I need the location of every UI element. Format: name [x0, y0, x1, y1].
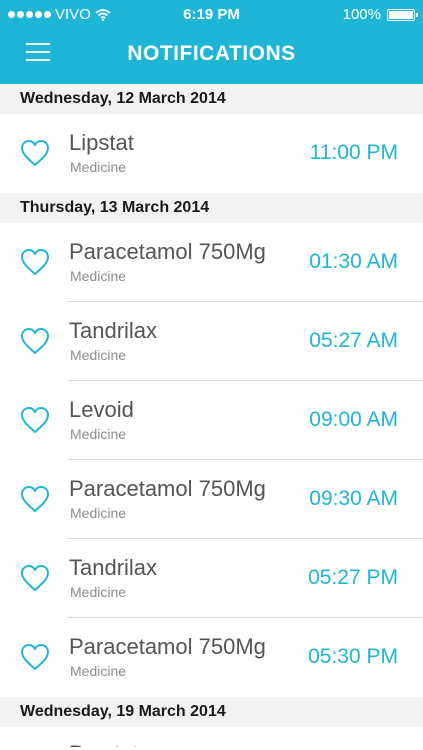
- item-time: 01:30 AM: [309, 250, 398, 273]
- status-bar: VIVO 6:19 PM 100%: [0, 0, 423, 28]
- notification-row[interactable]: Lipstat Medicine 11:00 PM: [0, 114, 423, 193]
- heart-icon[interactable]: [19, 484, 51, 514]
- item-category: Medicine: [70, 347, 127, 363]
- item-time: 09:30 AM: [309, 487, 398, 510]
- item-name: Levoid: [69, 397, 134, 422]
- item-time: 05:27 AM: [309, 329, 398, 352]
- heart-icon[interactable]: [19, 138, 51, 168]
- item-name: Paracetamol 750Mg: [69, 634, 266, 659]
- notification-row[interactable]: Levoid Medicine 09:00 AM: [0, 381, 423, 460]
- item-time: 05:30 PM: [308, 645, 398, 668]
- section-date-header: Thursday, 13 March 2014: [0, 193, 423, 223]
- item-name: Paracetamol 750Mg: [69, 239, 266, 264]
- item-category: Medicine: [70, 159, 127, 175]
- item-category: Medicine: [70, 505, 127, 521]
- top-bar: VIVO 6:19 PM 100% NOTIFICATIONS: [0, 0, 423, 84]
- notification-row[interactable]: Paracetamol 750Mg Medicine 05:30 PM: [0, 618, 423, 697]
- section-date-header: Wednesday, 12 March 2014: [0, 84, 423, 114]
- item-time: 11:00 PM: [309, 141, 398, 164]
- heart-icon[interactable]: [19, 563, 51, 593]
- item-name: Tandrilax: [69, 555, 158, 580]
- item-name: Tandrilax: [69, 318, 158, 343]
- item-category: Medicine: [70, 268, 127, 284]
- heart-icon[interactable]: [19, 405, 51, 435]
- battery-percent: 100%: [342, 6, 381, 23]
- section-date-header: Wednesday, 19 March 2014: [0, 697, 423, 727]
- notification-row[interactable]: Paracetamol 750Mg Medicine 09:30 AM: [0, 460, 423, 539]
- heart-icon[interactable]: [19, 326, 51, 356]
- item-name: Lipstat: [69, 130, 134, 155]
- notification-row[interactable]: Tandrilax Medicine 05:27 PM: [0, 539, 423, 618]
- item-category: Medicine: [70, 663, 127, 679]
- list-item[interactable]: Prestat: [0, 727, 423, 747]
- page-title: NOTIFICATIONS: [127, 42, 296, 65]
- item-time: 05:27 PM: [308, 566, 398, 589]
- battery-icon: [387, 8, 418, 21]
- notifications-list[interactable]: Wednesday, 12 March 2014 Lipstat Medicine 1…: [0, 84, 423, 747]
- item-category: Medicine: [70, 426, 127, 442]
- status-right: 100%: [342, 6, 418, 23]
- notification-row[interactable]: Paracetamol 750Mg Medicine 01:30 AM: [0, 223, 423, 302]
- heart-icon[interactable]: [19, 642, 51, 672]
- notification-row[interactable]: Tandrilax Medicine 05:27 AM: [0, 302, 423, 381]
- item-category: Medicine: [70, 584, 127, 600]
- item-time: 09:00 AM: [309, 408, 398, 431]
- item-name: Prestat: [69, 741, 139, 747]
- item-name: Paracetamol 750Mg: [69, 476, 266, 501]
- heart-icon[interactable]: [19, 247, 51, 277]
